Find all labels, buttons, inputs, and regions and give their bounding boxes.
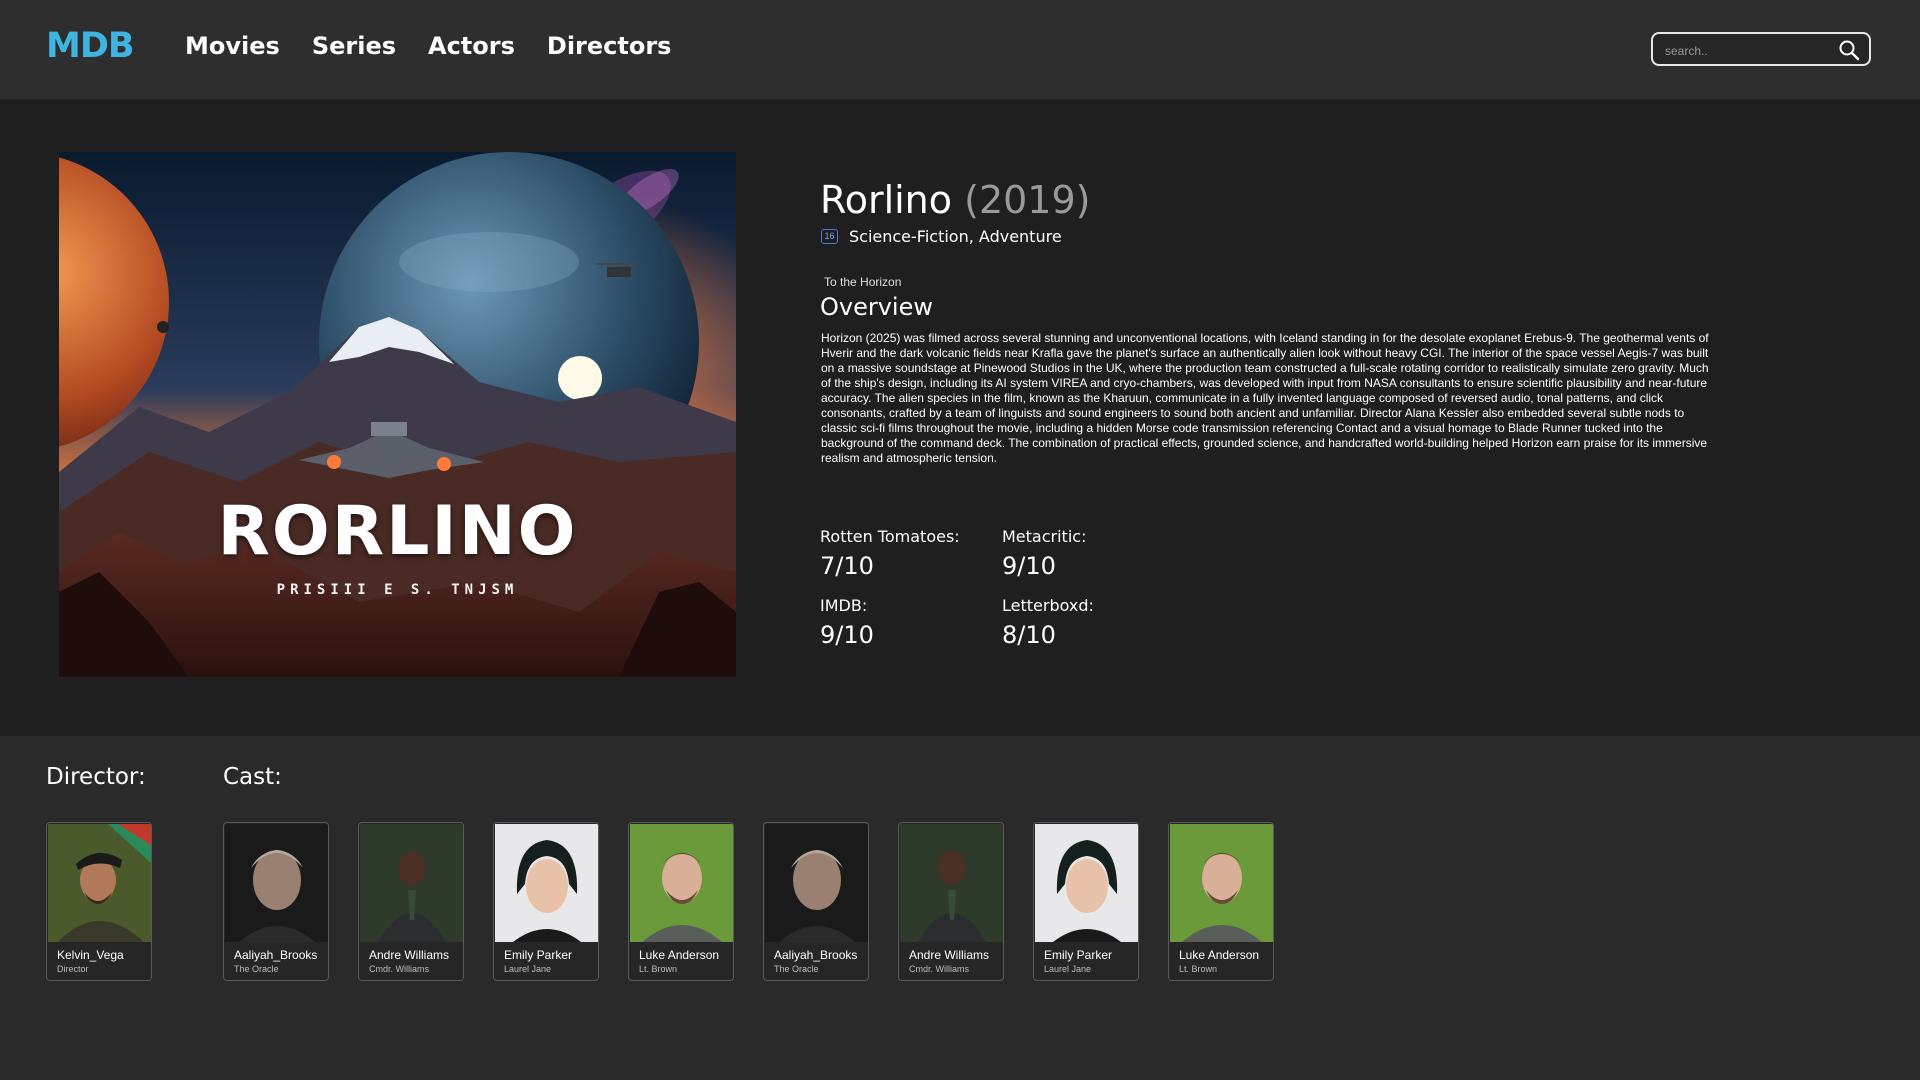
top-nav-bar: MDB Movies Series Actors Directors — [0, 0, 1920, 100]
score-value: 9/10 — [1002, 552, 1056, 580]
overview-text: Horizon (2025) was filmed across several… — [821, 331, 1709, 465]
person-name: Andre Williams — [909, 948, 990, 962]
poster-title: RORLINO — [217, 492, 578, 571]
age-rating-badge: 16 — [821, 229, 838, 244]
cast-card[interactable]: Luke Anderson Lt. Brown — [1168, 822, 1274, 981]
score-value: 9/10 — [820, 621, 874, 649]
score-rotten-tomatoes: Rotten Tomatoes: 7/10 — [820, 527, 960, 580]
score-imdb: IMDB: 9/10 — [820, 596, 874, 649]
cast-photo — [1170, 824, 1273, 942]
search-icon[interactable] — [1837, 38, 1861, 62]
director-heading: Director: — [46, 764, 146, 790]
person-role: Director — [57, 964, 89, 974]
search-box — [1651, 32, 1871, 66]
nav-series[interactable]: Series — [312, 32, 396, 60]
person-name: Luke Anderson — [639, 948, 720, 962]
person-name: Emily Parker — [1044, 948, 1113, 962]
person-name: Kelvin_Vega — [57, 948, 124, 962]
person-role: The Oracle — [234, 964, 279, 974]
person-name: Aaliyah_Brooks — [234, 948, 318, 962]
poster-artwork — [59, 152, 736, 677]
site-logo[interactable]: MDB — [46, 26, 135, 66]
cast-photo — [900, 824, 1003, 942]
score-label: IMDB: — [820, 596, 868, 615]
person-role: Lt. Brown — [639, 964, 678, 974]
movie-title: Rorlino (2019) — [820, 178, 1090, 222]
cast-card[interactable]: Aaliyah_Brooks The Oracle — [223, 822, 329, 981]
score-metacritic: Metacritic: 9/10 — [1002, 527, 1086, 580]
nav-actors[interactable]: Actors — [428, 32, 515, 60]
person-name: Emily Parker — [504, 948, 573, 962]
nav-directors[interactable]: Directors — [547, 32, 672, 60]
cast-photo — [765, 824, 868, 942]
person-role: Laurel Jane — [1044, 964, 1092, 974]
cast-card[interactable]: Andre Williams Cmdr. Williams — [358, 822, 464, 981]
person-role: Cmdr. Williams — [369, 964, 429, 974]
cast-photo — [1035, 824, 1138, 942]
score-value: 7/10 — [820, 552, 874, 580]
movie-year: (2019) — [964, 178, 1091, 222]
poster-subtitle: PRISIII E S. TNJSM — [276, 582, 519, 598]
cast-card[interactable]: Luke Anderson Lt. Brown — [628, 822, 734, 981]
overview-heading: Overview — [820, 293, 933, 321]
director-card[interactable]: Kelvin_Vega Director — [46, 822, 152, 981]
director-photo — [48, 824, 151, 942]
person-role: Laurel Jane — [504, 964, 552, 974]
movie-hero: RORLINO PRISIII E S. TNJSM Rorlino (2019… — [0, 100, 1920, 736]
person-role: Cmdr. Williams — [909, 964, 969, 974]
cast-card[interactable]: Emily Parker Laurel Jane — [1033, 822, 1139, 981]
person-name: Andre Williams — [369, 948, 450, 962]
score-label: Rotten Tomatoes: — [820, 527, 960, 546]
movie-tagline: To the Horizon — [824, 275, 902, 289]
cast-card[interactable]: Emily Parker Laurel Jane — [493, 822, 599, 981]
cast-photo — [225, 824, 328, 942]
cast-card[interactable]: Aaliyah_Brooks The Oracle — [763, 822, 869, 981]
cast-photo — [630, 824, 733, 942]
cast-heading: Cast: — [223, 764, 282, 790]
movie-title-text: Rorlino — [820, 178, 953, 222]
movie-genres: Science-Fiction, Adventure — [849, 227, 1062, 246]
cast-photo — [495, 824, 598, 942]
nav-movies[interactable]: Movies — [185, 32, 280, 60]
person-role: The Oracle — [774, 964, 819, 974]
main-nav: Movies Series Actors Directors — [185, 32, 671, 60]
person-role: Lt. Brown — [1179, 964, 1218, 974]
cast-card[interactable]: Andre Williams Cmdr. Williams — [898, 822, 1004, 981]
search-input[interactable] — [1663, 40, 1837, 62]
cast-photo — [360, 824, 463, 942]
score-value: 8/10 — [1002, 621, 1056, 649]
score-label: Letterboxd: — [1002, 596, 1094, 615]
person-name: Aaliyah_Brooks — [774, 948, 858, 962]
score-label: Metacritic: — [1002, 527, 1087, 546]
movie-poster: RORLINO PRISIII E S. TNJSM — [59, 152, 736, 677]
score-letterboxd: Letterboxd: 8/10 — [1002, 596, 1094, 649]
person-name: Luke Anderson — [1179, 948, 1260, 962]
